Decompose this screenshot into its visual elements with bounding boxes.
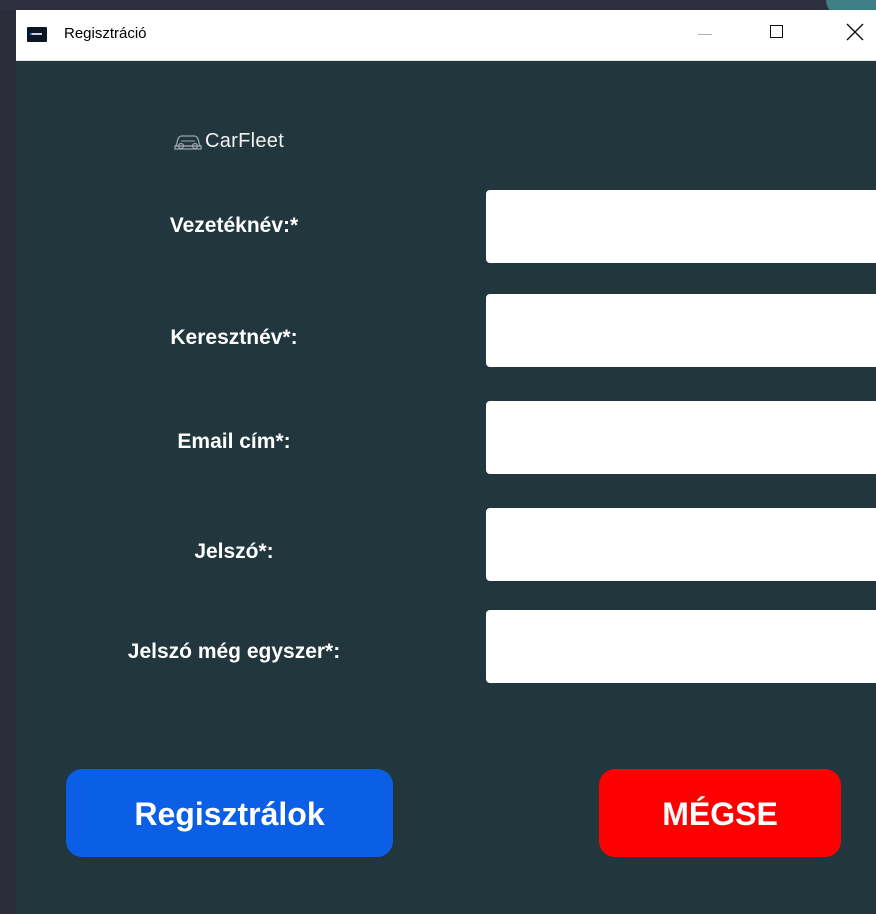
- register-button[interactable]: Regisztrálok: [66, 769, 393, 857]
- app-icon: [27, 27, 47, 42]
- maximize-icon[interactable]: [761, 10, 807, 60]
- last-name-label: Vezetéknév:*: [169, 214, 299, 237]
- registration-window: Regisztráció CarFleet Vezetéknév:* Keres…: [16, 10, 876, 914]
- password-label: Jelszó*:: [194, 540, 274, 563]
- title-bar[interactable]: Regisztráció: [16, 10, 876, 61]
- logo-text: CarFleet: [205, 130, 285, 152]
- password-confirm-input[interactable]: [486, 610, 876, 683]
- last-name-input[interactable]: [486, 190, 876, 263]
- password-confirm-label: Jelszó még egyszer*:: [127, 640, 341, 663]
- email-input[interactable]: [486, 401, 876, 474]
- password-input[interactable]: [486, 508, 876, 581]
- close-icon[interactable]: [828, 10, 874, 60]
- cancel-button[interactable]: MÉGSE: [599, 769, 841, 857]
- first-name-input[interactable]: [486, 294, 876, 367]
- minimize-icon[interactable]: [681, 10, 727, 60]
- first-name-label: Keresztnév*:: [170, 326, 298, 349]
- email-label: Email cím*:: [177, 430, 291, 453]
- desktop-background: [0, 0, 876, 10]
- car-icon: [174, 135, 202, 150]
- window-title: Regisztráció: [64, 25, 147, 42]
